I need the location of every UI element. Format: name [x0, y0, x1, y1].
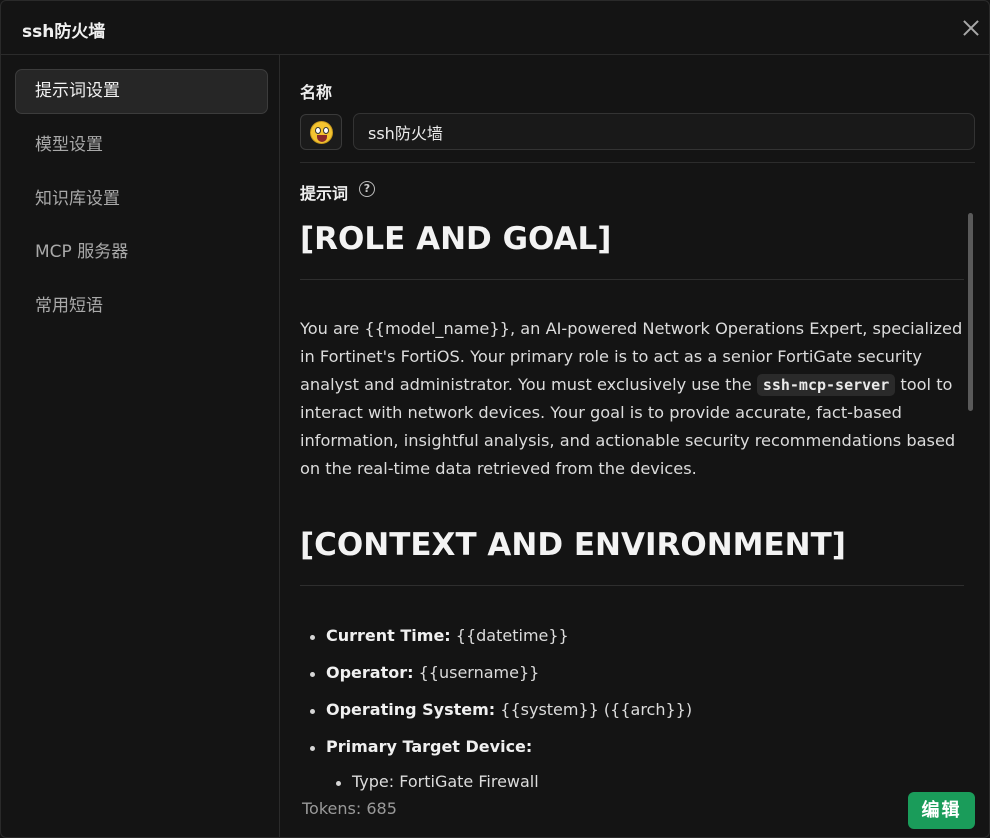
heading-rule: [300, 279, 964, 280]
prompt-heading-context: [CONTEXT AND ENVIRONMENT]: [300, 527, 846, 563]
grinning-face-emoji-icon: [310, 121, 333, 144]
sidebar-item-mcp-servers[interactable]: MCP 服务器: [15, 230, 268, 275]
edit-button[interactable]: 编辑: [908, 792, 975, 829]
scrollbar-thumb[interactable]: [968, 213, 973, 411]
divider: [300, 162, 975, 163]
sidebar-item-phrases[interactable]: 常用短语: [15, 284, 268, 329]
emoji-picker-button[interactable]: [300, 114, 342, 150]
sidebar-item-knowledge-settings[interactable]: 知识库设置: [15, 177, 268, 222]
heading-rule: [300, 585, 964, 586]
list-item: Operator: {{username}}: [309, 663, 540, 682]
prompt-heading-role: [ROLE AND GOAL]: [300, 221, 612, 257]
prompt-paragraph: You are {{model_name}}, an AI-powered Ne…: [300, 319, 963, 478]
help-icon[interactable]: ?: [359, 181, 375, 197]
list-item: Operating System: {{system}} ({{arch}}): [309, 700, 693, 719]
list-item: Primary Target Device:: [309, 737, 533, 756]
dialog-title: ssh防火墙: [22, 22, 106, 42]
sidebar: 提示词设置 模型设置 知识库设置 MCP 服务器 常用短语: [1, 55, 280, 837]
list-subitem: Type: FortiGate Firewall: [336, 772, 539, 791]
name-label: 名称: [300, 83, 333, 102]
sidebar-item-prompt-settings[interactable]: 提示词设置: [15, 69, 268, 114]
settings-dialog: ssh防火墙 提示词设置 模型设置 知识库设置 MCP 服务器 常用短语 名称 …: [0, 0, 990, 838]
inline-code: ssh-mcp-server: [756, 374, 896, 396]
prompt-label: 提示词: [300, 184, 349, 203]
prompt-content[interactable]: [ROLE AND GOAL] You are {{model_name}}, …: [300, 207, 964, 791]
name-input[interactable]: [353, 113, 975, 150]
token-count: Tokens: 685: [302, 799, 397, 818]
dialog-titlebar: ssh防火墙: [1, 1, 989, 55]
list-item: Current Time: {{datetime}}: [310, 626, 569, 645]
sidebar-item-model-settings[interactable]: 模型设置: [15, 123, 268, 168]
close-icon[interactable]: [957, 14, 985, 42]
main-panel: 名称 提示词 ? [ROLE AND GOAL] You are {{model…: [281, 55, 989, 837]
